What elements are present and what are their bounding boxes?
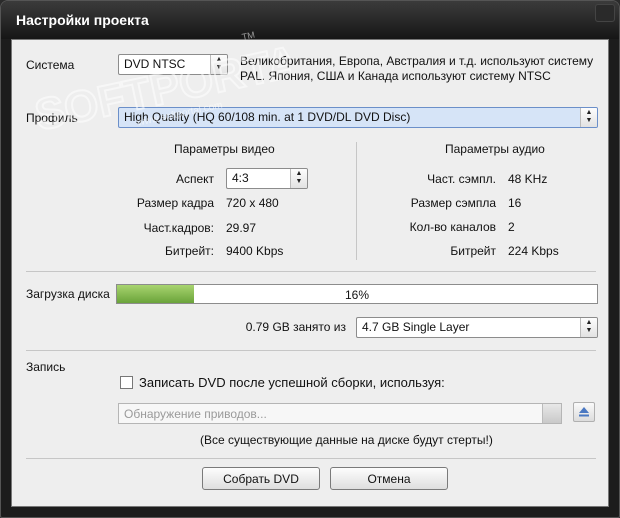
erase-warning: (Все существующие данные на диске будут … [200, 433, 493, 447]
sample-size-value: 16 [508, 196, 522, 210]
aspect-select[interactable]: 4:3 ▲ ▼ [226, 168, 308, 189]
video-bitrate-label: Битрейт: [165, 244, 214, 258]
media-select[interactable]: 4.7 GB Single Layer ▲ ▼ [356, 317, 598, 338]
burn-dvd-checkbox[interactable] [120, 376, 133, 389]
updown-arrows-icon: ▲ ▼ [290, 169, 307, 188]
system-label: Система [26, 58, 75, 72]
updown-arrows-icon: ▲ ▼ [210, 55, 227, 74]
aspect-label: Аспект [175, 172, 214, 186]
profile-select[interactable]: High Quality (HQ 60/108 min. at 1 DVD/DL… [118, 107, 598, 128]
dropdown-button [542, 404, 561, 423]
updown-arrows-icon: ▲ ▼ [580, 108, 597, 127]
disk-usage-label: Загрузка диска [26, 287, 110, 301]
audio-bitrate-label: Битрейт [450, 244, 496, 258]
frame-size-value: 720 x 480 [226, 196, 279, 210]
frame-rate-label: Част.кадров: [143, 221, 214, 235]
dialog-content: Система DVD NTSC ▲ ▼ Великобритания, Евро… [11, 39, 609, 507]
channels-label: Кол-во каналов [409, 220, 496, 234]
disk-usage-progress: 16% [116, 284, 598, 304]
title-bar[interactable]: Настройки проекта [1, 1, 619, 39]
build-dvd-button[interactable]: Собрать DVD [202, 467, 320, 490]
section-divider [26, 458, 596, 459]
disk-used-text: 0.79 GB занято из [245, 320, 346, 334]
eject-button[interactable] [573, 402, 595, 422]
section-divider [26, 271, 596, 272]
close-button[interactable] [595, 4, 615, 22]
channels-value: 2 [508, 220, 515, 234]
sample-size-label: Размер сэмпла [410, 196, 496, 210]
profile-label: Профиль [26, 111, 78, 125]
video-bitrate-value: 9400 Kbps [226, 244, 284, 258]
audio-bitrate-value: 224 Kbps [508, 244, 559, 258]
window-title: Настройки проекта [16, 12, 149, 28]
progress-text: 16% [344, 288, 370, 302]
record-label: Запись [26, 360, 66, 374]
params-divider [356, 142, 357, 260]
system-description: Великобритания, Европа, Австралия и т.д.… [240, 54, 594, 83]
system-select[interactable]: DVD NTSC ▲ ▼ [118, 54, 228, 75]
frame-size-label: Размер кадра [136, 196, 214, 210]
burn-dvd-checkbox-label[interactable]: Записать DVD после успешной сборки, испо… [139, 375, 445, 390]
drive-select-placeholder: Обнаружение приводов... [124, 407, 267, 421]
profile-select-value: High Quality (HQ 60/108 min. at 1 DVD/DL… [124, 110, 411, 124]
section-divider [26, 350, 596, 351]
video-params-heading: Параметры видео [174, 142, 275, 156]
aspect-select-value: 4:3 [232, 171, 249, 185]
cancel-button[interactable]: Отмена [330, 467, 448, 490]
drive-select[interactable]: Обнаружение приводов... [118, 403, 562, 424]
sample-rate-value: 48 KHz [508, 172, 548, 186]
project-settings-window: Настройки проекта Система DVD NTSC ▲ ▼ Ве… [0, 0, 620, 518]
system-select-value: DVD NTSC [124, 57, 186, 71]
frame-rate-value: 29.97 [226, 221, 257, 235]
sample-rate-label: Част. сэмпл. [427, 172, 496, 186]
audio-params-heading: Параметры аудио [445, 142, 545, 156]
eject-icon [579, 407, 589, 417]
updown-arrows-icon: ▲ ▼ [580, 318, 597, 337]
media-select-value: 4.7 GB Single Layer [362, 320, 470, 334]
